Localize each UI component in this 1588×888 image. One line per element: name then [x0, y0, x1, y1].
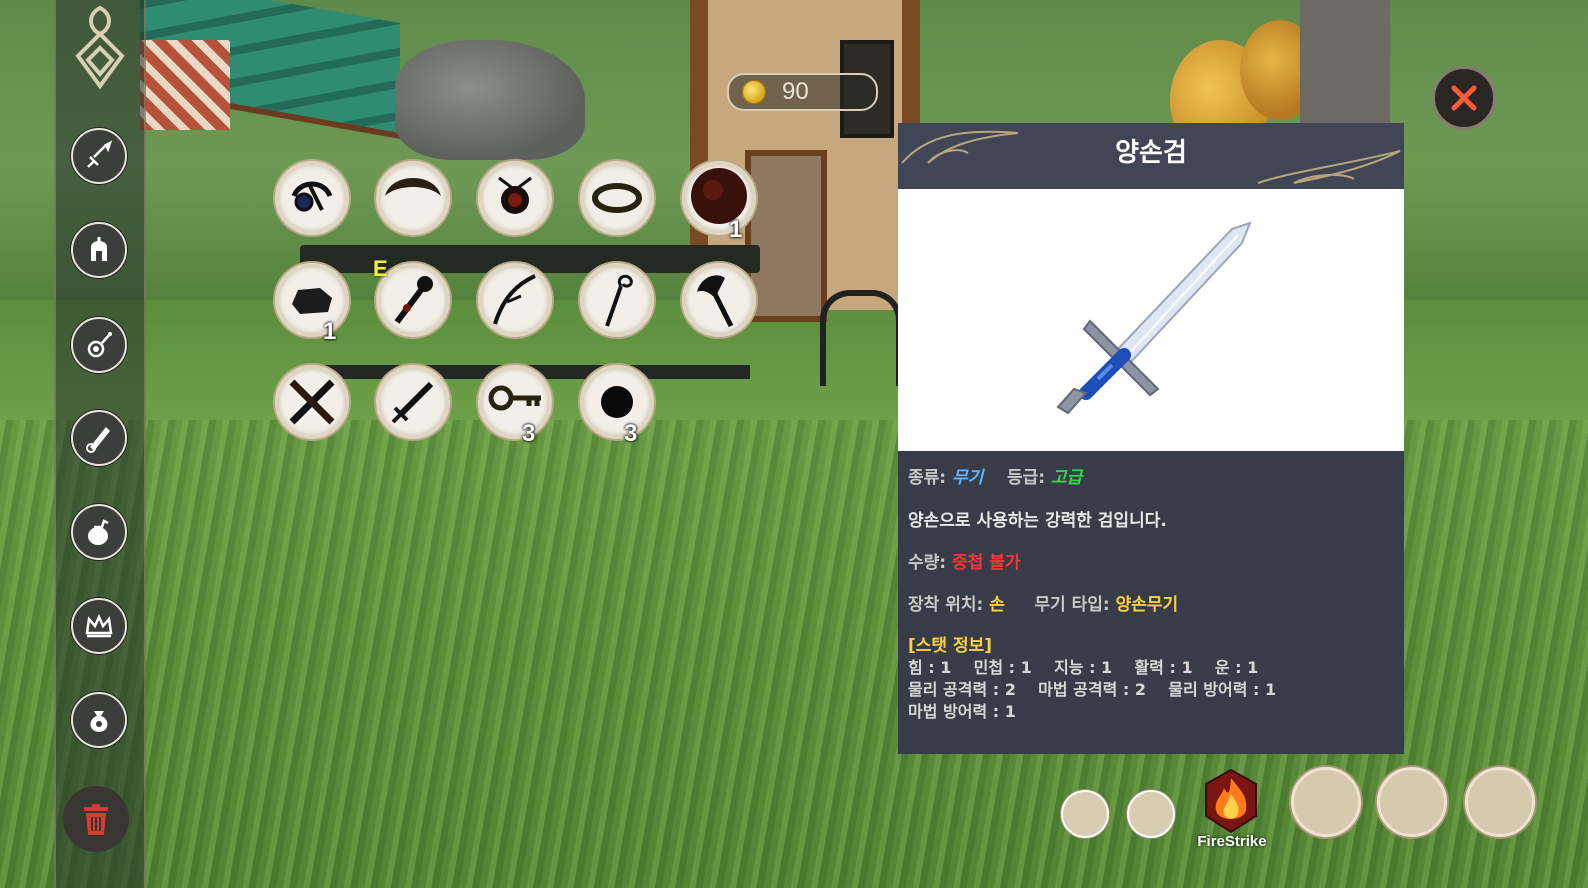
- item-type-grade-line: 종류: 무기 등급: 고급: [908, 463, 1082, 488]
- inventory-slot[interactable]: [580, 365, 654, 439]
- type-value: 무기: [952, 468, 984, 488]
- quick-slot[interactable]: [1127, 790, 1175, 838]
- bench-arm: [820, 290, 902, 386]
- helmet-icon: [91, 237, 107, 261]
- slot-quantity: 3: [624, 420, 638, 447]
- quantity-value: 중첩 불가: [952, 553, 1021, 573]
- close-icon: [1451, 85, 1477, 111]
- slot-quantity: 1: [729, 216, 743, 243]
- inventory-slot[interactable]: [580, 263, 654, 337]
- rock: [395, 40, 585, 160]
- type-label: 종류:: [908, 468, 947, 488]
- item-detail-panel: 양손검 종류: 무기 등급: 고급 양손으로 사용하는 강력한 검입니다. 수량…: [898, 123, 1404, 754]
- black-orb-icon: [601, 386, 633, 418]
- stats-line: 물리 공격력 : 2 마법 공격력 : 2 물리 방어력 : 1: [908, 680, 1277, 699]
- ring-icon: [592, 183, 642, 213]
- slot-quantity: 3: [522, 420, 536, 447]
- crown-icon: [85, 613, 113, 638]
- stats-header: [스탯 정보]: [908, 636, 993, 656]
- tower-door: [745, 150, 827, 322]
- greatsword-icon: [1056, 221, 1252, 415]
- sword-icon: [87, 140, 113, 168]
- inventory-slot[interactable]: [682, 263, 756, 337]
- category-weapon-button[interactable]: [71, 128, 127, 184]
- inventory-slot[interactable]: [478, 161, 552, 235]
- item-image: [898, 189, 1404, 451]
- red-gem-necklace-icon: [498, 176, 532, 214]
- inventory-slot[interactable]: [478, 263, 552, 337]
- equipped-marker: E: [373, 256, 388, 281]
- inventory-slot[interactable]: [580, 161, 654, 235]
- skill-slot[interactable]: [1291, 767, 1361, 837]
- key-icon: [488, 385, 541, 411]
- grade-label: 등급:: [1006, 468, 1046, 488]
- quantity-label: 수량:: [908, 553, 947, 573]
- inventory-slot[interactable]: [478, 365, 552, 439]
- category-consumable-button[interactable]: [71, 504, 127, 560]
- eye-amulet-icon: [291, 181, 333, 212]
- crescent-icon: [385, 178, 441, 196]
- necklace-icon: [87, 332, 112, 358]
- item-quantity-line: 수량: 중첩 불가: [908, 548, 1021, 573]
- inventory-slot[interactable]: [682, 161, 756, 235]
- category-armor-button[interactable]: [71, 222, 127, 278]
- trash-icon: [84, 804, 108, 835]
- stats-line: 힘 : 1 민첩 : 1 지능 : 1 활력 : 1 운 : 1: [908, 658, 1259, 677]
- pouch-icon: [88, 519, 109, 545]
- scroll-icon: [86, 427, 110, 453]
- skill-firestrike-button[interactable]: [1200, 766, 1262, 836]
- gold-amount: 90: [782, 78, 809, 105]
- skill-slot[interactable]: [1465, 767, 1535, 837]
- category-scroll-button[interactable]: [71, 410, 127, 466]
- inventory-slot[interactable]: [376, 161, 450, 235]
- item-equip-line: 장착 위치: 손 무기 타입: 양손무기: [908, 590, 1178, 615]
- category-rare-button[interactable]: [71, 598, 127, 654]
- item-title: 양손검: [1115, 138, 1187, 168]
- grade-value: 고급: [1051, 468, 1083, 488]
- item-description: 양손으로 사용하는 강력한 검입니다.: [908, 511, 1167, 531]
- weapon-type-label: 무기 타입:: [1034, 595, 1110, 615]
- inventory-slot[interactable]: [275, 263, 349, 337]
- slot-quantity: 1: [323, 318, 337, 345]
- awning: [140, 40, 230, 130]
- delete-item-button[interactable]: [63, 786, 129, 852]
- bow-icon: [493, 274, 536, 325]
- close-button[interactable]: [1432, 66, 1496, 130]
- crossed-clubs-icon: [289, 379, 335, 425]
- equip-slot-value: 손: [989, 595, 1005, 615]
- category-etc-button[interactable]: [71, 692, 127, 748]
- mace-icon: [394, 276, 433, 324]
- inventory-slot[interactable]: [376, 365, 450, 439]
- fire-icon: [1205, 768, 1257, 834]
- category-accessory-button[interactable]: [71, 317, 127, 373]
- money-bag-icon: [90, 711, 108, 732]
- weapon-type-value: 양손무기: [1115, 595, 1179, 615]
- panel-header: 양손검: [898, 123, 1404, 189]
- equip-slot-label: 장착 위치:: [908, 595, 984, 615]
- axe-icon: [697, 275, 734, 328]
- stats-line: 마법 방어력 : 1: [908, 702, 1016, 721]
- skill-slot[interactable]: [1377, 767, 1447, 837]
- inventory-slot[interactable]: [275, 161, 349, 235]
- quick-slot[interactable]: [1061, 790, 1109, 838]
- staff-icon: [605, 274, 633, 327]
- skill-name: FireStrike: [1197, 833, 1267, 850]
- short-sword-icon: [391, 381, 434, 424]
- inventory-slot[interactable]: [275, 365, 349, 439]
- gold-coin-icon: [742, 80, 766, 104]
- gold-counter: 90: [727, 73, 878, 111]
- emblem-logo-icon: [75, 5, 125, 90]
